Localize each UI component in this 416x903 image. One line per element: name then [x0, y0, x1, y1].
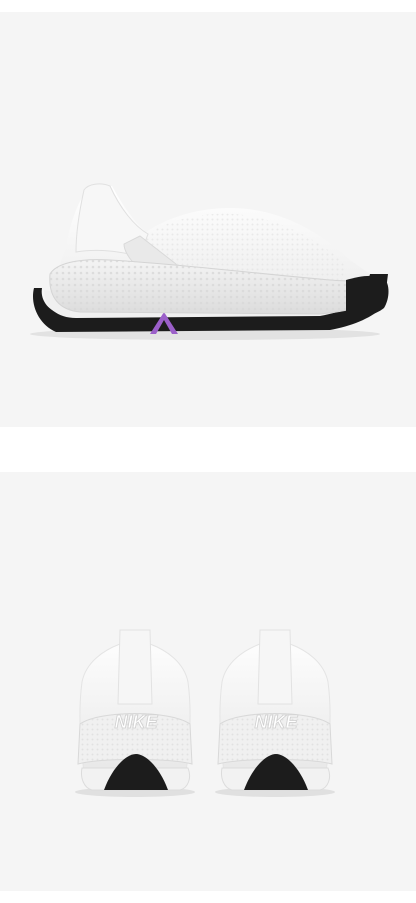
product-image-side: [0, 12, 416, 427]
heel-logo-left: NIKE: [114, 712, 158, 732]
shoe-side-illustration: [30, 183, 389, 340]
heel-logo-right: NIKE: [254, 712, 298, 732]
shoe-rear-illustration: NIKE NIKE: [75, 629, 335, 797]
product-image-rear: NIKE NIKE: [0, 472, 416, 891]
toe-cap: [346, 275, 389, 318]
left-shoe: NIKE: [75, 629, 195, 797]
right-shoe: NIKE: [215, 629, 335, 797]
